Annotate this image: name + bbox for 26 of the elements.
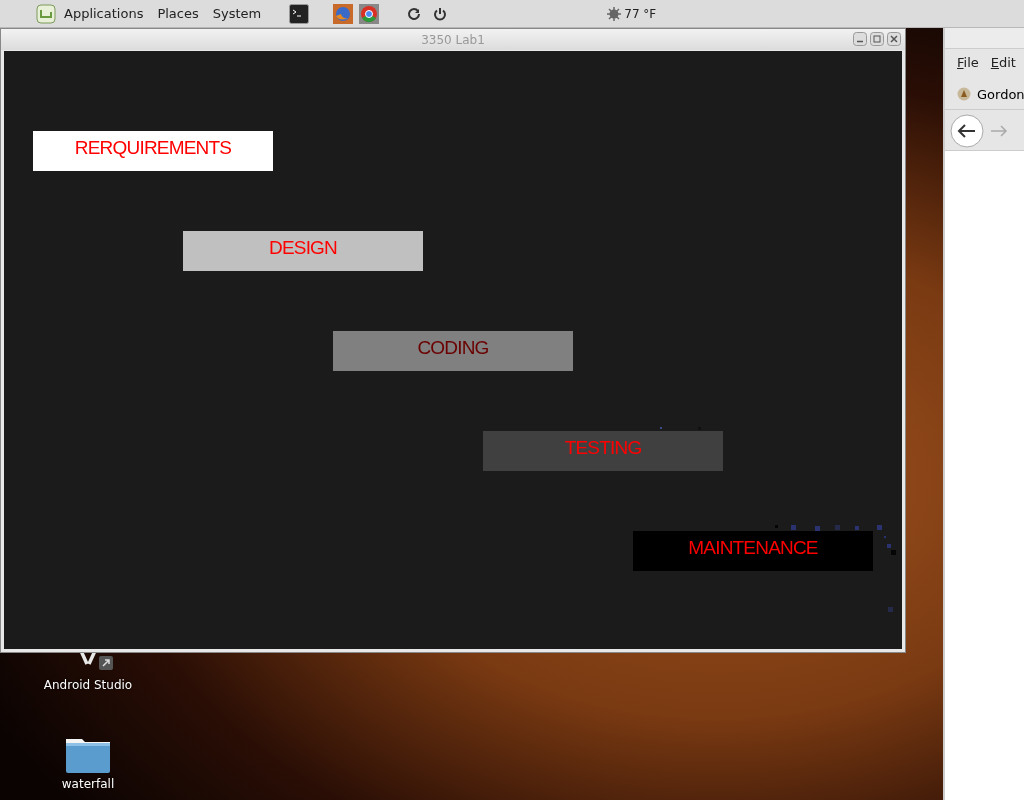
step-label: DESIGN	[268, 237, 337, 259]
panel-menu[interactable]: System	[212, 6, 262, 21]
step-label: CODING	[417, 337, 489, 359]
particle-dots	[660, 427, 701, 430]
refresh-icon[interactable]	[407, 6, 422, 21]
power-icon[interactable]	[433, 6, 448, 21]
panel-menu[interactable]: Places	[157, 6, 199, 21]
back-button-icon[interactable]	[950, 114, 984, 148]
particle-dots	[884, 536, 897, 555]
menu-item[interactable]: File	[957, 55, 979, 79]
panel-menu[interactable]: Applications	[64, 6, 144, 21]
weather-reading: 77 °F	[624, 6, 657, 21]
desktop-icon-label[interactable]: waterfall	[61, 777, 115, 791]
weather-sun-icon	[607, 6, 622, 21]
step-label: TESTING	[564, 437, 642, 459]
terminal-icon[interactable]	[289, 3, 310, 24]
menu-item[interactable]: Edit	[990, 55, 1016, 79]
minimize-icon[interactable]	[853, 32, 867, 46]
window-title: 3350 Lab1	[421, 32, 485, 47]
close-icon[interactable]	[887, 32, 901, 46]
step-label: MAINTENANCE	[688, 537, 818, 559]
step-label: RERQUIREMENTS	[74, 137, 232, 159]
tab-favicon-icon	[957, 87, 971, 101]
browser-tab[interactable]: Gordon	[977, 86, 1024, 102]
desktop-icon-label[interactable]: Android Studio	[43, 678, 133, 692]
chrome-icon[interactable]	[359, 3, 380, 24]
